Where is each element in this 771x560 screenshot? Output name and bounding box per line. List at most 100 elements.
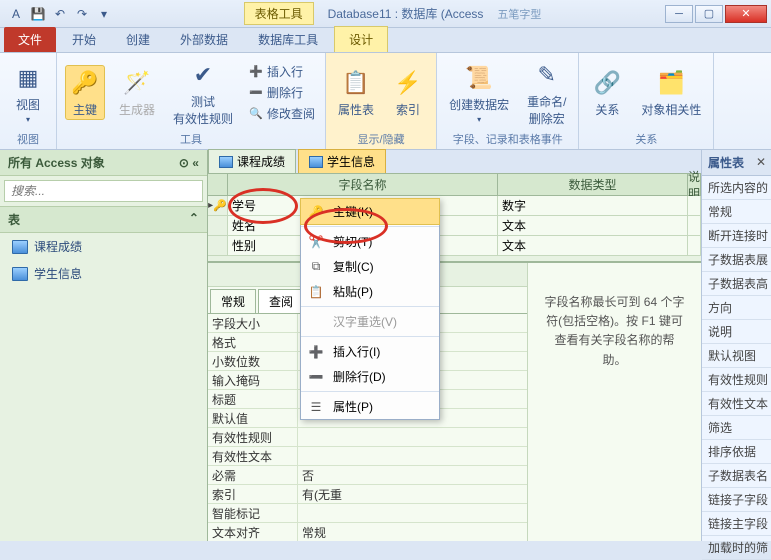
relationships-button[interactable]: 🔗关系 <box>587 65 627 120</box>
object-dependencies-button[interactable]: 🗂️对象相关性 <box>637 65 705 120</box>
minimize-button[interactable]: ─ <box>665 5 693 23</box>
propsheet-row[interactable]: 加载时的筛 <box>702 536 771 560</box>
key-icon: 🔑 <box>307 205 325 219</box>
qat-dropdown-icon[interactable]: ▾ <box>94 4 114 24</box>
ctx-delete-row[interactable]: ➖删除行(D) <box>301 364 439 389</box>
row-selector[interactable] <box>208 216 228 235</box>
ctx-properties[interactable]: ☰属性(P) <box>301 394 439 419</box>
undo-icon[interactable]: ↶ <box>50 4 70 24</box>
propsheet-row[interactable]: 有效性文本 <box>702 392 771 416</box>
nav-collapse-icon[interactable]: ⊙ « <box>179 156 199 170</box>
tab-db-tools[interactable]: 数据库工具 <box>244 27 332 52</box>
description-cell[interactable] <box>688 236 701 255</box>
insert-row-icon: ➕ <box>249 65 263 79</box>
propsheet-row[interactable]: 断开连接时 <box>702 224 771 248</box>
ctx-insert-row[interactable]: ➕插入行(I) <box>301 339 439 364</box>
propsheet-row[interactable]: 说明 <box>702 320 771 344</box>
ctx-paste[interactable]: 📋粘贴(P) <box>301 279 439 304</box>
fp-row[interactable]: 有效性规则 <box>208 428 527 447</box>
close-button[interactable]: ✕ <box>725 5 767 23</box>
nav-header[interactable]: 所有 Access 对象 ⊙ « <box>0 150 207 176</box>
fp-label: 有效性规则 <box>208 428 298 446</box>
field-row[interactable]: 🔑 学号 数字 <box>208 196 701 216</box>
ctx-primary-key[interactable]: 🔑主键(K) <box>300 198 440 225</box>
modify-lookups-button[interactable]: 🔍 修改查阅 <box>247 104 317 123</box>
fp-value[interactable] <box>298 504 527 522</box>
search-input[interactable] <box>4 180 203 202</box>
rename-delete-macro-button[interactable]: ✎重命名/ 删除宏 <box>523 57 570 129</box>
access-app-icon[interactable]: A <box>6 4 26 24</box>
fp-value[interactable]: 否 <box>298 466 527 484</box>
propsheet-row[interactable]: 默认视图 <box>702 344 771 368</box>
title-bar: A 💾 ↶ ↷ ▾ 表格工具 Database11 : 数据库 (Access … <box>0 0 771 28</box>
ctx-copy[interactable]: ⧉复制(C) <box>301 254 439 279</box>
propsheet-row[interactable]: 子数据表高 <box>702 272 771 296</box>
maximize-button[interactable]: ▢ <box>695 5 723 23</box>
delete-rows-button[interactable]: ➖删除行 <box>247 83 317 102</box>
data-type-cell[interactable]: 文本 <box>498 236 688 255</box>
insert-row-label: 插入行 <box>267 63 303 80</box>
propsheet-row[interactable]: 方向 <box>702 296 771 320</box>
insert-row-icon: ➕ <box>307 345 325 359</box>
fp-row[interactable]: 索引有(无重 <box>208 485 527 504</box>
fp-value[interactable]: 有(无重 <box>298 485 527 503</box>
propsheet-row[interactable]: 子数据表展 <box>702 248 771 272</box>
data-type-cell[interactable]: 数字 <box>498 196 688 215</box>
insert-rows-button[interactable]: ➕ 插入行 <box>247 62 317 81</box>
save-icon[interactable]: 💾 <box>28 4 48 24</box>
ctx-label: 复制(C) <box>333 258 374 275</box>
object-tab-students[interactable]: 学生信息 <box>298 149 386 173</box>
property-sheet-button[interactable]: 📋属性表 <box>334 65 378 120</box>
primary-key-icon: 🔑 <box>213 199 227 212</box>
row-selector[interactable]: 🔑 <box>208 196 228 215</box>
nav-search <box>0 176 207 206</box>
fp-value[interactable] <box>298 428 527 446</box>
data-type-cell[interactable]: 文本 <box>498 216 688 235</box>
ctx-label: 属性(P) <box>333 398 373 415</box>
test-rules-button[interactable]: ✔︎测试 有效性规则 <box>169 57 237 129</box>
propsheet-row[interactable]: 排序依据 <box>702 440 771 464</box>
ctx-label: 剪切(T) <box>333 233 372 250</box>
description-cell[interactable] <box>688 196 701 215</box>
fp-tab-lookup[interactable]: 查阅 <box>258 289 304 313</box>
fp-row[interactable]: 必需否 <box>208 466 527 485</box>
fp-row[interactable]: 文本对齐常规 <box>208 523 527 541</box>
fp-tab-general[interactable]: 常规 <box>210 289 256 313</box>
view-button[interactable]: ▦视图▾ <box>8 60 48 126</box>
tab-create[interactable]: 创建 <box>112 27 164 52</box>
description-cell[interactable] <box>688 216 701 235</box>
propsheet-row[interactable]: 有效性规则 <box>702 368 771 392</box>
redo-icon[interactable]: ↷ <box>72 4 92 24</box>
cut-icon: ✂️ <box>307 235 325 249</box>
fp-row[interactable]: 有效性文本 <box>208 447 527 466</box>
fp-row[interactable]: 智能标记 <box>208 504 527 523</box>
field-help-text: 字段名称最长可到 64 个字符(包括空格)。按 F1 键可查看有关字段名称的帮助… <box>528 263 701 541</box>
nav-item-courses[interactable]: 课程成绩 <box>0 233 207 260</box>
object-tab-courses[interactable]: 课程成绩 <box>208 149 296 173</box>
ctx-cut[interactable]: ✂️ 剪切(T) <box>301 229 439 254</box>
lookup-icon: 🔍 <box>249 107 263 121</box>
builder-button[interactable]: 🪄生成器 <box>115 65 159 120</box>
indexes-button[interactable]: ⚡索引 <box>388 65 428 120</box>
fp-value[interactable] <box>298 447 527 465</box>
tab-external-data[interactable]: 外部数据 <box>166 27 242 52</box>
propsheet-row[interactable]: 筛选 <box>702 416 771 440</box>
propsheet-row[interactable]: 链接子字段 <box>702 488 771 512</box>
create-data-macro-button[interactable]: 📜创建数据宏▾ <box>445 60 513 126</box>
nav-group-tables[interactable]: 表 ⌃ <box>0 206 207 233</box>
fp-value[interactable]: 常规 <box>298 523 527 541</box>
field-row[interactable]: 姓名 文本 <box>208 216 701 236</box>
macro-label: 创建数据宏 <box>449 96 509 113</box>
propsheet-row[interactable]: 子数据表名 <box>702 464 771 488</box>
close-tab-button[interactable]: ✕ <box>753 154 769 170</box>
tab-design[interactable]: 设计 <box>334 26 388 52</box>
tab-home[interactable]: 开始 <box>58 27 110 52</box>
modify-lookup-label: 修改查阅 <box>267 105 315 122</box>
row-selector[interactable] <box>208 236 228 255</box>
nav-item-students[interactable]: 学生信息 <box>0 260 207 287</box>
tab-file[interactable]: 文件 <box>4 27 56 52</box>
propsheet-row[interactable]: 常规 <box>702 200 771 224</box>
primary-key-button[interactable]: 🔑主键 <box>65 65 105 120</box>
propsheet-row[interactable]: 链接主字段 <box>702 512 771 536</box>
field-row[interactable]: 性别 文本 <box>208 236 701 256</box>
